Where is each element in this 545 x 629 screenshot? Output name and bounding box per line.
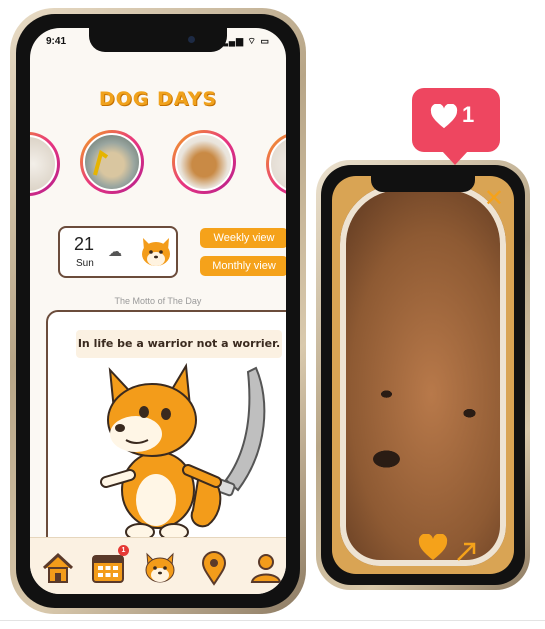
heart-icon — [430, 104, 458, 129]
story-avatar[interactable] — [266, 132, 286, 196]
story-avatar[interactable] — [172, 130, 236, 194]
cloud-icon: ☁ — [108, 244, 122, 260]
status-bar: 9:41 ▂▄▆ ⌔ ▭ — [44, 34, 272, 48]
monthly-view-button[interactable]: Monthly view — [200, 256, 286, 276]
send-icon[interactable] — [456, 542, 476, 562]
shiba-face-icon — [142, 238, 170, 266]
status-time: 9:41 — [46, 36, 67, 47]
shiba-profile-icon[interactable] — [142, 550, 178, 586]
app-screen: 9:41 ▂▄▆ ⌔ ▭ DOG DAYS 21 Sun ☁ Weekly vi… — [30, 28, 286, 594]
like-notification-bubble: 1 — [412, 88, 500, 165]
app-title: DOG DAYS — [98, 88, 218, 110]
close-icon[interactable]: ✕ — [484, 184, 504, 212]
story-avatar[interactable] — [80, 130, 144, 194]
motto-label: The Motto of The Day — [114, 296, 202, 306]
date-card[interactable]: 21 Sun ☁ — [58, 226, 178, 278]
divider — [0, 620, 545, 621]
user-profile-icon[interactable] — [248, 550, 284, 586]
phone-frame-left: 9:41 ▂▄▆ ⌔ ▭ DOG DAYS 21 Sun ☁ Weekly vi… — [10, 8, 306, 614]
calendar-nav[interactable]: 1 — [90, 545, 129, 586]
like-count: 1 — [462, 102, 475, 127]
motto-text: In life be a warrior not a worrier. — [76, 330, 282, 358]
weekly-view-button[interactable]: Weekly view — [200, 228, 286, 248]
heart-icon[interactable] — [418, 534, 448, 562]
notification-badge: 1 — [118, 545, 129, 556]
dog-photo — [340, 184, 506, 566]
status-icons: ▂▄▆ ⌔ ▭ — [220, 36, 270, 46]
bottom-nav: 1 — [30, 537, 286, 594]
home-icon[interactable] — [40, 550, 76, 586]
photo-viewer-screen: ✕ — [332, 176, 514, 574]
phone-notch — [371, 176, 475, 192]
map-pin-icon[interactable] — [196, 550, 232, 586]
phone-frame-right: ✕ — [316, 160, 530, 590]
shiba-warrior-illustration — [100, 362, 266, 541]
date-weekday: Sun — [76, 258, 94, 269]
story-avatar[interactable] — [30, 132, 60, 196]
date-number: 21 — [74, 234, 95, 254]
motto-card: In life be a warrior not a worrier. — [46, 310, 286, 552]
stories-row[interactable] — [30, 128, 286, 200]
